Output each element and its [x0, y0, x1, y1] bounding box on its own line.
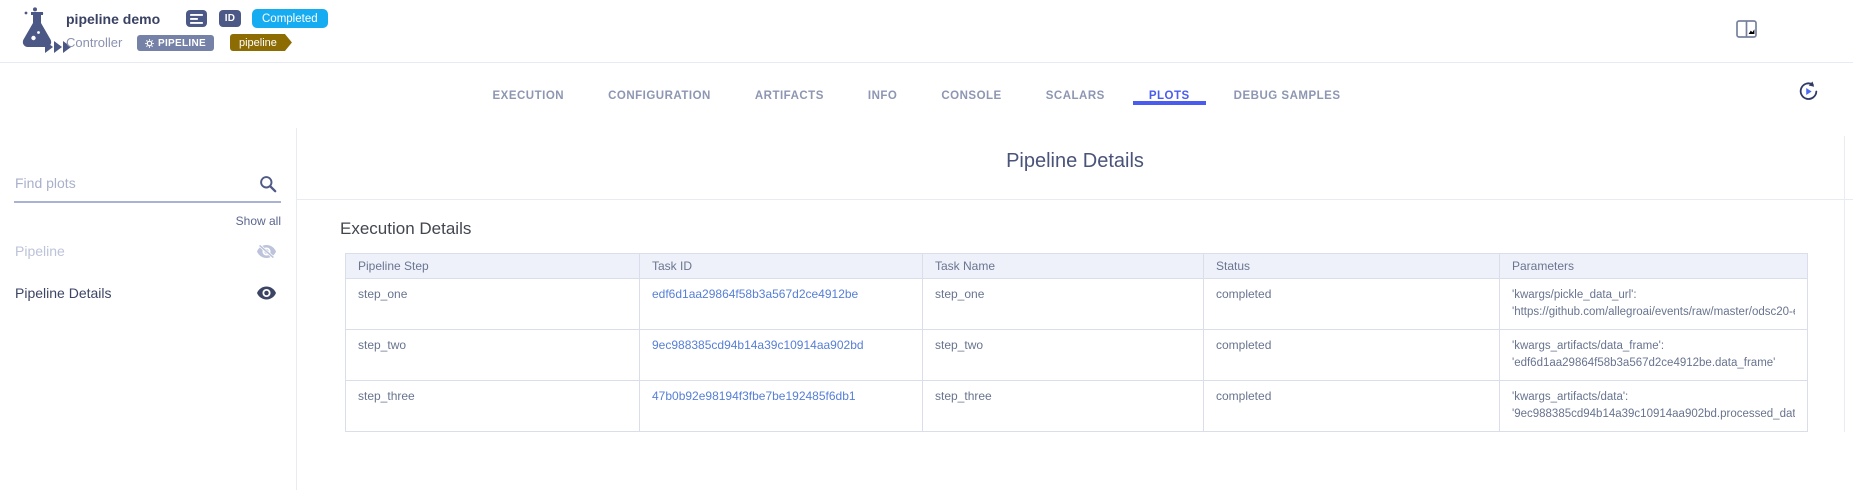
column-header-parameters: Parameters — [1500, 254, 1808, 279]
parameter-line: 'edf6d1aa29864f58b3a567d2ce4912be.data_f… — [1512, 355, 1795, 372]
task-name-cell: step_one — [923, 279, 1204, 330]
parameters-cell: 'kwargs/pickle_data_url':'https://github… — [1500, 279, 1808, 330]
search-icon[interactable] — [259, 175, 277, 193]
refresh-icon — [1798, 81, 1819, 102]
parameter-line: 'https://github.com/allegroai/events/raw… — [1512, 304, 1795, 321]
search-underline — [14, 201, 281, 203]
parameter-line: 'kwargs_artifacts/data_frame': — [1512, 338, 1795, 355]
task-id-cell: 47b0b92e98194f3fbe7be192485f6db1 — [640, 381, 923, 432]
task-id-link[interactable]: 47b0b92e98194f3fbe7be192485f6db1 — [652, 389, 856, 403]
column-header-task-name: Task Name — [923, 254, 1204, 279]
split-panel-icon — [1736, 20, 1757, 38]
status-badge: Completed — [252, 9, 328, 28]
parameters-cell: 'kwargs_artifacts/data_frame':'edf6d1aa2… — [1500, 330, 1808, 381]
plot-item-label: Pipeline Details — [15, 285, 112, 301]
task-id-cell: edf6d1aa29864f58b3a567d2ce4912be — [640, 279, 923, 330]
plots-sidebar: Show all Pipeline Pipeline Details — [0, 128, 297, 490]
parameter-line: 'kwargs_artifacts/data': — [1512, 389, 1795, 406]
tab-scalars[interactable]: SCALARS — [1044, 63, 1107, 128]
table-body: step_one edf6d1aa29864f58b3a567d2ce4912be… — [346, 279, 1808, 432]
table-row: step_one edf6d1aa29864f58b3a567d2ce4912be… — [346, 279, 1808, 330]
column-header-task-id: Task ID — [640, 254, 923, 279]
app: pipeline demo ID Completed Controller PI… — [0, 0, 1853, 490]
plot-page-title: Pipeline Details — [297, 150, 1853, 173]
status-cell: completed — [1204, 279, 1500, 330]
tab-console[interactable]: CONSOLE — [939, 63, 1003, 128]
title-divider — [297, 199, 1853, 200]
pipeline-flask-icon — [11, 7, 73, 55]
parameter-line: '9ec988385cd94b14a39c10914aa902bd.proces… — [1512, 406, 1795, 423]
gear-icon — [145, 39, 154, 48]
id-badge-button[interactable]: ID — [219, 10, 241, 27]
queue-tag: pipeline — [230, 34, 292, 51]
controller-label: Controller — [66, 35, 122, 50]
visibility-icon[interactable] — [257, 286, 276, 300]
plot-search — [15, 168, 281, 202]
plot-list: Pipeline Pipeline Details — [0, 236, 296, 320]
task-id-link[interactable]: 9ec988385cd94b14a39c10914aa902bd — [652, 338, 864, 352]
task-type-tag: PIPELINE — [137, 35, 214, 51]
table-header-row: Pipeline StepTask IDTask NameStatusParam… — [346, 254, 1808, 279]
text-lines-icon — [190, 14, 203, 24]
compare-panel-button[interactable] — [1736, 20, 1757, 38]
status-cell: completed — [1204, 330, 1500, 381]
tab-bar-tabs: EXECUTION CONFIGURATION ARTIFACTS INFO CONSO… — [0, 63, 1833, 128]
tab-plots[interactable]: PLOTS — [1147, 63, 1192, 128]
tab-execution[interactable]: EXECUTION — [490, 63, 566, 128]
task-name-cell: step_three — [923, 381, 1204, 432]
tab-configuration[interactable]: CONFIGURATION — [606, 63, 713, 128]
task-name-cell: step_two — [923, 330, 1204, 381]
column-header-pipeline-step: Pipeline Step — [346, 254, 640, 279]
tab-bar: EXECUTION CONFIGURATION ARTIFACTS INFO CONSO… — [0, 63, 1853, 129]
plot-list-item[interactable]: Pipeline Details — [0, 278, 296, 308]
search-input[interactable] — [15, 168, 245, 198]
task-type-label: PIPELINE — [158, 38, 206, 49]
column-header-status: Status — [1204, 254, 1500, 279]
execution-details-table: Pipeline StepTask IDTask NameStatusParam… — [345, 253, 1807, 432]
show-all-link[interactable]: Show all — [14, 214, 281, 228]
task-title: pipeline demo — [66, 11, 160, 27]
pipeline-step-cell: step_two — [346, 330, 640, 381]
pipeline-step-cell: step_one — [346, 279, 640, 330]
plot-section-title: Execution Details — [340, 219, 471, 239]
app-header: pipeline demo ID Completed Controller PI… — [0, 0, 1853, 63]
plot-item-label: Pipeline — [15, 243, 65, 259]
pipeline-step-cell: step_three — [346, 381, 640, 432]
scrollbar[interactable] — [1844, 136, 1845, 432]
status-cell: completed — [1204, 381, 1500, 432]
task-details-button[interactable] — [186, 10, 207, 27]
refresh-button[interactable] — [1798, 81, 1819, 102]
parameter-line: 'kwargs/pickle_data_url': — [1512, 287, 1795, 304]
task-id-cell: 9ec988385cd94b14a39c10914aa902bd — [640, 330, 923, 381]
table-row: step_three 47b0b92e98194f3fbe7be192485f6d… — [346, 381, 1808, 432]
tab-artifacts[interactable]: ARTIFACTS — [753, 63, 826, 128]
table-row: step_two 9ec988385cd94b14a39c10914aa902bd… — [346, 330, 1808, 381]
plot-page: Pipeline Details Execution Details Pipel… — [297, 128, 1853, 490]
tab-info[interactable]: INFO — [866, 63, 899, 128]
visibility-off-icon[interactable] — [257, 244, 276, 259]
parameters-cell: 'kwargs_artifacts/data':'9ec988385cd94b1… — [1500, 381, 1808, 432]
plot-list-item[interactable]: Pipeline — [0, 236, 296, 266]
tab-debug-samples[interactable]: DEBUG SAMPLES — [1232, 63, 1343, 128]
task-id-link[interactable]: edf6d1aa29864f58b3a567d2ce4912be — [652, 287, 858, 301]
